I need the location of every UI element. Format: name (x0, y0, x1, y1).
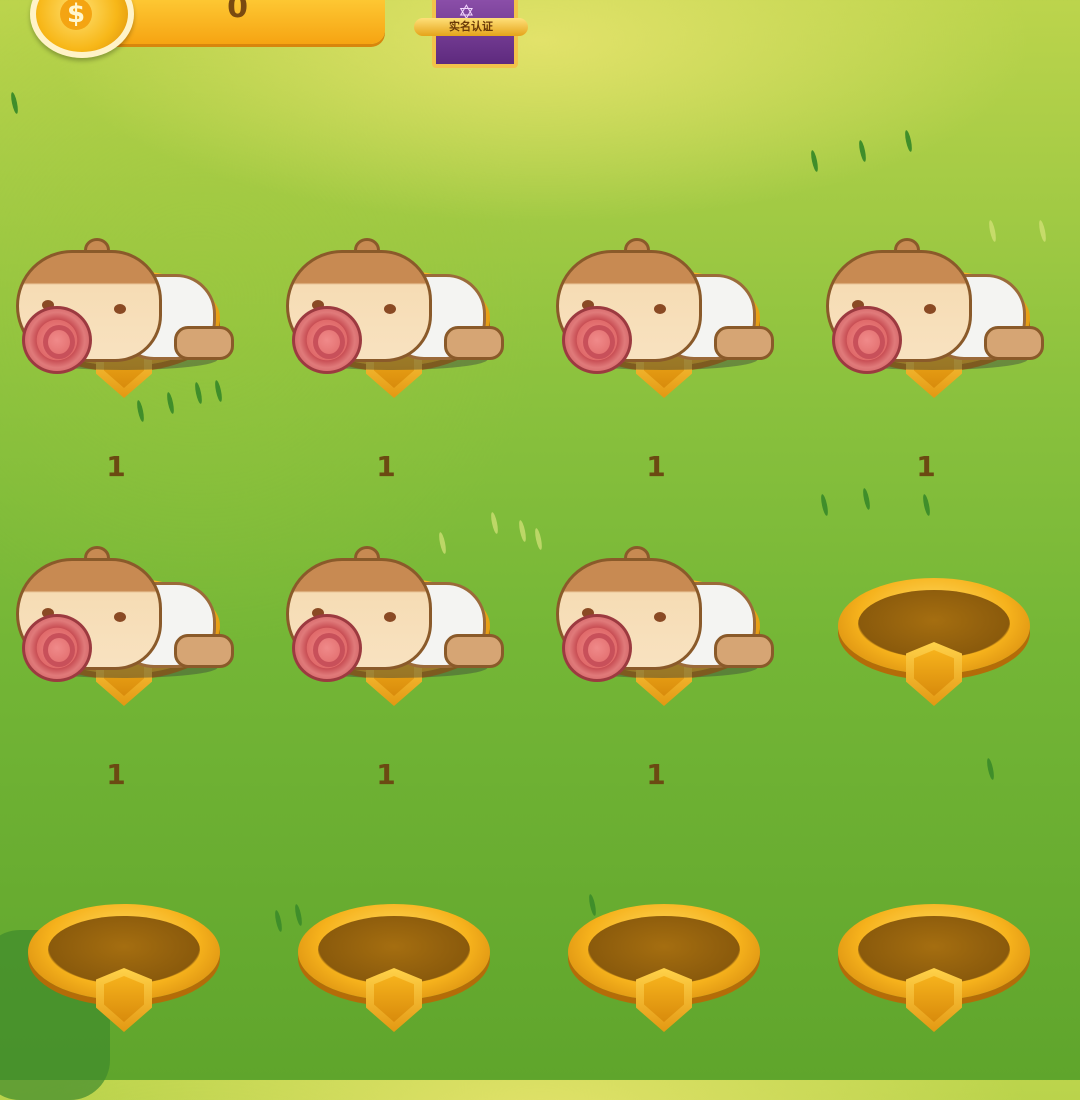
coin-counter[interactable]: 0 (90, 0, 385, 44)
pacifier-icon (562, 614, 632, 682)
cow-level-label: 1 (106, 758, 126, 791)
cow-leg (444, 634, 504, 668)
pacifier-icon (292, 306, 362, 374)
cow-level-label: 1 (106, 450, 126, 483)
pacifier-icon (562, 306, 632, 374)
grass-blade (533, 527, 544, 551)
pacifier-icon (832, 306, 902, 374)
cow-eye (384, 612, 396, 622)
cow-eye (384, 304, 396, 314)
cow-level-label: 1 (646, 758, 666, 791)
grass-blade (857, 139, 868, 163)
baby-cow[interactable] (14, 538, 234, 708)
pacifier-icon (22, 614, 92, 682)
cow-level-label: 1 (916, 450, 936, 483)
grass-blade (517, 519, 528, 543)
empty-slot[interactable] (834, 846, 1034, 1046)
cow-eye (114, 612, 126, 622)
cow-eye (654, 612, 666, 622)
cow-level-label: 1 (646, 450, 666, 483)
empty-slot[interactable] (24, 846, 224, 1046)
shield-icon (906, 642, 962, 706)
pacifier-icon (22, 306, 92, 374)
cow-leg (714, 326, 774, 360)
cow-slot[interactable] (16, 212, 234, 412)
grass-blade (809, 149, 820, 173)
grass-blade (903, 129, 914, 153)
cow-eye (924, 304, 936, 314)
cow-level-label: 1 (376, 450, 396, 483)
top-hud: 0 $ ✡ 实名认证 (0, 0, 1080, 80)
cow-slot[interactable] (16, 520, 234, 720)
shield-icon (366, 968, 422, 1032)
baby-cow[interactable] (824, 230, 1044, 400)
empty-slot[interactable] (834, 520, 1034, 720)
shield-icon (636, 968, 692, 1032)
baby-cow[interactable] (284, 230, 504, 400)
cow-leg (444, 326, 504, 360)
baby-cow[interactable] (554, 538, 774, 708)
cow-slot[interactable] (286, 212, 504, 412)
shield-icon (906, 968, 962, 1032)
cow-slot[interactable] (556, 520, 774, 720)
grass-blade (985, 757, 996, 781)
grass-blade (273, 909, 284, 933)
empty-slot[interactable] (564, 846, 764, 1046)
grass-blade (9, 91, 20, 115)
real-name-verification-badge[interactable]: ✡ 实名认证 (414, 0, 528, 68)
grass-blade (921, 493, 932, 517)
baby-cow[interactable] (14, 230, 234, 400)
cow-eye (654, 304, 666, 314)
cow-level-label: 1 (376, 758, 396, 791)
cow-leg (174, 634, 234, 668)
cow-leg (714, 634, 774, 668)
coin-value: 0 (227, 0, 248, 25)
cow-eye (114, 304, 126, 314)
grass-blade (861, 487, 872, 511)
cow-leg (174, 326, 234, 360)
empty-slot[interactable] (294, 846, 494, 1046)
shield-icon (96, 968, 152, 1032)
coin-icon[interactable]: $ (30, 0, 134, 58)
baby-cow[interactable] (284, 538, 504, 708)
grass-blade (819, 493, 830, 517)
badge-label: 实名认证 (414, 18, 528, 36)
baby-cow[interactable] (554, 230, 774, 400)
pacifier-icon (292, 614, 362, 682)
cow-slot[interactable] (826, 212, 1044, 412)
cow-slot[interactable] (286, 520, 504, 720)
cow-slot[interactable] (556, 212, 774, 412)
cow-leg (984, 326, 1044, 360)
